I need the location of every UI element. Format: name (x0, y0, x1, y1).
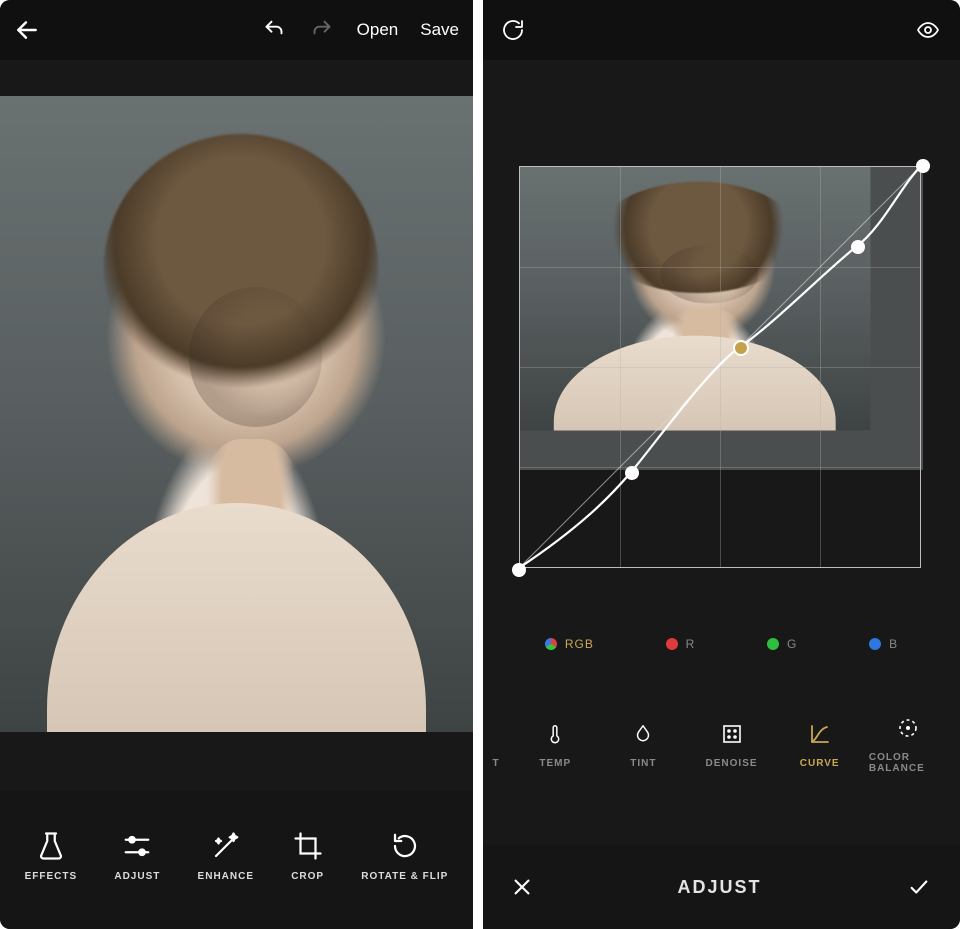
curve-point-selected[interactable] (733, 340, 749, 356)
drop-icon (632, 722, 654, 746)
curve-point[interactable] (916, 159, 930, 173)
green-dot-icon (767, 638, 779, 650)
save-button[interactable]: Save (420, 20, 459, 40)
color-balance-icon (896, 716, 920, 740)
denoise-icon (720, 722, 744, 746)
screen-main-editor: Open Save EFFECTS ADJUST (0, 0, 473, 929)
curve-editor[interactable] (519, 166, 923, 570)
portrait-photo (0, 96, 473, 732)
adjust-tool-strip: T TEMP TINT DENOISE (483, 700, 960, 790)
adjust-label: T (493, 758, 500, 769)
flask-icon (36, 831, 66, 861)
undo-icon[interactable] (261, 20, 287, 40)
channel-r[interactable]: R (666, 637, 696, 651)
adjust-label: TINT (630, 758, 656, 769)
tool-label: ENHANCE (198, 871, 254, 882)
header: Open Save (0, 0, 473, 60)
rotate-clockwise-icon[interactable] (501, 18, 525, 42)
tool-label: ROTATE & FLIP (361, 871, 448, 882)
tool-rotate-flip[interactable]: ROTATE & FLIP (361, 831, 448, 882)
open-button[interactable]: Open (357, 20, 399, 40)
footer: ADJUST (483, 845, 960, 929)
crop-icon (293, 831, 323, 861)
channel-b[interactable]: B (869, 637, 898, 651)
confirm-button[interactable] (906, 876, 932, 898)
tool-effects[interactable]: EFFECTS (25, 831, 78, 882)
preview-eye-icon[interactable] (914, 18, 942, 42)
channel-label: G (787, 637, 797, 651)
curve-point[interactable] (851, 240, 865, 254)
redo-icon[interactable] (309, 20, 335, 40)
channel-label: R (686, 637, 696, 651)
photo-canvas[interactable] (0, 96, 473, 732)
curve-grid (519, 166, 921, 568)
tool-enhance[interactable]: ENHANCE (198, 831, 254, 882)
tool-label: CROP (291, 871, 324, 882)
curve-point[interactable] (512, 563, 526, 577)
adjust-tool-temp[interactable]: TEMP (516, 722, 594, 769)
rgb-dot-icon (545, 638, 557, 650)
header (483, 0, 960, 60)
blue-dot-icon (869, 638, 881, 650)
adjust-label: TEMP (539, 758, 571, 769)
rotate-icon (390, 831, 420, 861)
adjust-tool-partial[interactable]: T (486, 722, 506, 769)
cancel-button[interactable] (511, 876, 533, 898)
channel-label: B (889, 637, 898, 651)
magic-wand-icon (211, 831, 241, 861)
footer-title: ADJUST (677, 877, 761, 898)
channel-selector: RGB R G B (483, 624, 960, 664)
adjust-tool-denoise[interactable]: DENOISE (693, 722, 771, 769)
channel-g[interactable]: G (767, 637, 797, 651)
red-dot-icon (666, 638, 678, 650)
tool-label: ADJUST (114, 871, 160, 882)
sliders-icon (121, 831, 153, 861)
channel-label: RGB (565, 637, 594, 651)
toolbar: EFFECTS ADJUST ENHANCE CROP (0, 791, 473, 929)
adjust-label: CURVE (800, 758, 840, 769)
curve-point[interactable] (625, 466, 639, 480)
channel-rgb[interactable]: RGB (545, 637, 594, 651)
tool-label: EFFECTS (25, 871, 78, 882)
screen-curve-adjust: RGB R G B T TE (483, 0, 960, 929)
back-arrow-icon[interactable] (14, 17, 40, 43)
tool-crop[interactable]: CROP (291, 831, 324, 882)
adjust-label: COLOR BALANCE (869, 752, 947, 774)
adjust-tool-tint[interactable]: TINT (604, 722, 682, 769)
adjust-tool-curve[interactable]: CURVE (781, 722, 859, 769)
adjust-label: DENOISE (706, 758, 758, 769)
tool-adjust[interactable]: ADJUST (114, 831, 160, 882)
curve-icon (808, 722, 832, 746)
thermometer-icon (544, 722, 566, 746)
adjust-tool-color-balance[interactable]: COLOR BALANCE (869, 716, 947, 774)
